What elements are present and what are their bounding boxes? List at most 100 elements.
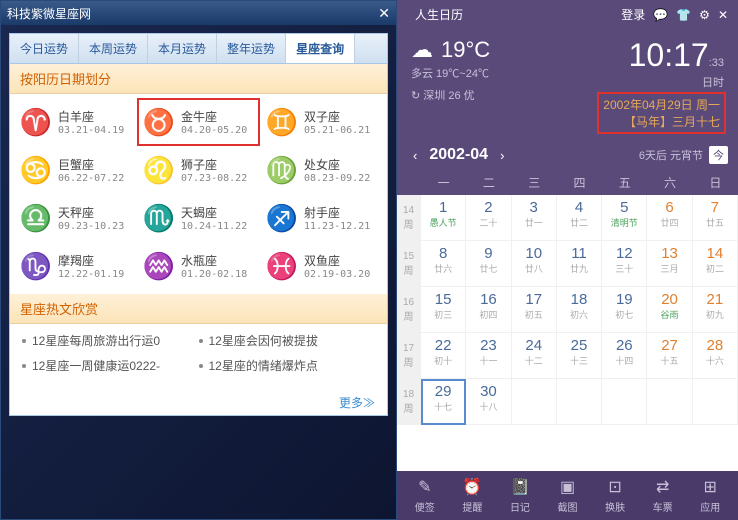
calendar-day[interactable]: 7廿五 [693,195,738,241]
zodiac-处女座[interactable]: ♍处女座08.23-09.22 [260,146,383,194]
calendar-day[interactable]: 20谷雨 [647,287,692,333]
calendar-day[interactable]: 27十五 [647,333,692,379]
calendar-day[interactable]: 12三十 [602,241,647,287]
weekday-header: 日 [693,174,738,191]
calendar-day[interactable]: 30十八 [466,379,511,425]
time-label: 日时 [599,74,724,90]
calendar-day[interactable]: 6廿四 [647,195,692,241]
month-label[interactable]: 2002-04 [429,146,488,164]
calendar-title: 人生日历 [415,6,463,23]
toolbar-便签[interactable]: ✎便签 [401,477,449,514]
calendar-day[interactable]: 3廿一 [512,195,557,241]
zodiac-白羊座[interactable]: ♈白羊座03.21-04.19 [14,98,137,146]
calendar-day[interactable]: 13三月 [647,241,692,287]
zodiac-icon: ♋ [20,154,52,186]
calendar-day[interactable]: 8廿六 [421,241,466,287]
toolbar-应用[interactable]: ⊞应用 [686,477,734,514]
weekday-header: 六 [647,174,692,191]
toolbar-截图[interactable]: ▣截图 [544,477,592,514]
calendar-day[interactable]: 18初六 [557,287,602,333]
weather-icon: ☁ [411,37,433,63]
clock-time: 10:17 [629,37,709,73]
zodiac-双鱼座[interactable]: ♓双鱼座02.19-03.20 [260,242,383,290]
zodiac-icon: ♈ [20,106,52,138]
zodiac-icon: ♏ [143,202,175,234]
zodiac-水瓶座[interactable]: ♒水瓶座01.20-02.18 [137,242,260,290]
toolbar-日记[interactable]: 📓日记 [496,477,544,514]
close-icon[interactable]: ✕ [718,8,728,22]
calendar-day[interactable]: 16初四 [466,287,511,333]
toolbar-车票[interactable]: ⇄车票 [639,477,687,514]
calendar-day[interactable]: 11廿九 [557,241,602,287]
tab-4[interactable]: 星座查询 [286,34,355,63]
zodiac-射手座[interactable]: ♐射手座11.23-12.21 [260,194,383,242]
hot-item[interactable]: 12星座的情绪爆炸点 [199,357,376,374]
date-line: 2002年04月29日 周一 【马年】三月十七 [599,94,724,132]
weekday-header: 三 [512,174,557,191]
feedback-icon[interactable]: 👕 [676,8,691,22]
settings-icon[interactable]: ⚙ [699,8,710,22]
prev-month[interactable]: ‹ [407,148,423,163]
tab-3[interactable]: 整年运势 [217,34,286,63]
next-month[interactable]: › [494,148,510,163]
zodiac-icon: ♉ [143,106,175,138]
tab-2[interactable]: 本月运势 [148,34,217,63]
calendar-day[interactable]: 9廿七 [466,241,511,287]
calendar-day [602,379,647,425]
calendar-day[interactable]: 14初二 [693,241,738,287]
zodiac-金牛座[interactable]: ♉金牛座04.20-05.20 [137,98,260,146]
calendar-day[interactable]: 24十二 [512,333,557,379]
toolbar-提醒[interactable]: ⏰提醒 [449,477,497,514]
close-icon[interactable]: ✕ [378,5,390,22]
zodiac-icon: ♎ [20,202,52,234]
calendar-day[interactable]: 29十七 [421,379,466,425]
hot-item[interactable]: 12星座会因何被提拔 [199,332,376,349]
section-header: 按阳历日期划分 [10,64,387,94]
tab-0[interactable]: 今日运势 [10,34,79,63]
titlebar: 科技紫微星座网 ✕ [1,1,396,25]
calendar-day[interactable]: 15初三 [421,287,466,333]
tab-1[interactable]: 本周运势 [79,34,148,63]
login-link[interactable]: 登录 [621,6,645,23]
zodiac-摩羯座[interactable]: ♑摩羯座12.22-01.19 [14,242,137,290]
zodiac-巨蟹座[interactable]: ♋巨蟹座06.22-07.22 [14,146,137,194]
zodiac-双子座[interactable]: ♊双子座05.21-06.21 [260,98,383,146]
calendar-day [693,379,738,425]
calendar-day[interactable]: 22初十 [421,333,466,379]
calendar-day[interactable]: 25十三 [557,333,602,379]
festival-info: 6天后 元宵节 [639,147,703,163]
calendar-day[interactable]: 5清明节 [602,195,647,241]
calendar-day[interactable]: 21初九 [693,287,738,333]
calendar-day[interactable]: 23十一 [466,333,511,379]
calendar-day [647,379,692,425]
hot-item[interactable]: 12星座每周旅游出行运0 [22,332,199,349]
refresh-icon[interactable]: ↻ [411,90,420,102]
week-number: 15周 [397,241,421,287]
zodiac-icon: ♍ [266,154,298,186]
more-link[interactable]: 更多≫ [10,390,387,415]
calendar-day[interactable]: 10廿八 [512,241,557,287]
zodiac-天蝎座[interactable]: ♏天蝎座10.24-11.22 [137,194,260,242]
chat-icon[interactable]: 💬 [653,8,668,22]
calendar-day[interactable]: 17初五 [512,287,557,333]
toolbar-换肤[interactable]: ⊡换肤 [591,477,639,514]
calendar-day[interactable]: 4廿二 [557,195,602,241]
week-number: 17周 [397,333,421,379]
weekday-header: 五 [602,174,647,191]
zodiac-狮子座[interactable]: ♌狮子座07.23-08.22 [137,146,260,194]
hot-item[interactable]: 12星座一周健康运0222- [22,357,199,374]
zodiac-icon: ♊ [266,106,298,138]
zodiac-icon: ♒ [143,250,175,282]
week-number: 18周 [397,379,421,425]
zodiac-天秤座[interactable]: ♎天秤座09.23-10.23 [14,194,137,242]
calendar-day[interactable]: 19初七 [602,287,647,333]
today-button[interactable]: 今 [709,146,728,164]
weekday-header: 一 [421,174,466,191]
calendar-day[interactable]: 2二十 [466,195,511,241]
zodiac-icon: ♌ [143,154,175,186]
zodiac-icon: ♐ [266,202,298,234]
calendar-day[interactable]: 28十六 [693,333,738,379]
zodiac-icon: ♑ [20,250,52,282]
calendar-day[interactable]: 1愚人节 [421,195,466,241]
calendar-day[interactable]: 26十四 [602,333,647,379]
